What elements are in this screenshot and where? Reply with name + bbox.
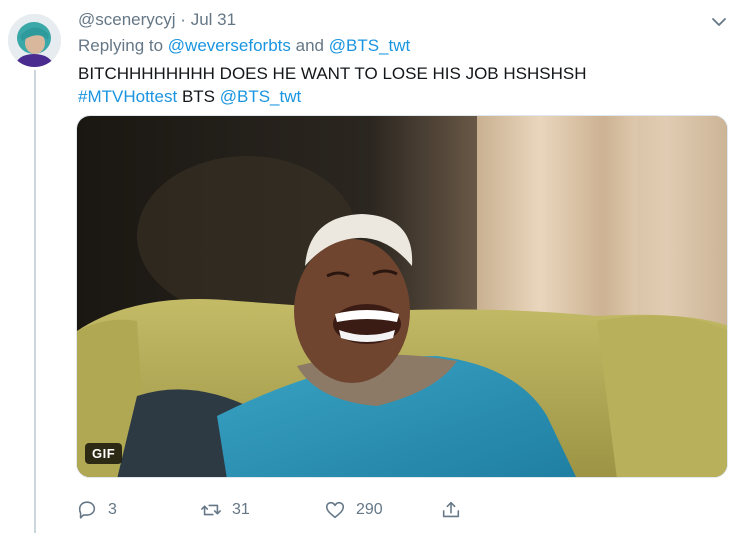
replying-and: and (295, 36, 324, 55)
tweet-date[interactable]: Jul 31 (191, 10, 236, 29)
retweet-icon (201, 504, 221, 516)
header-separator: · (180, 10, 186, 29)
gif-image (77, 116, 727, 477)
thread-line (34, 70, 36, 533)
avatar[interactable] (8, 14, 61, 67)
hashtag-link[interactable]: #MTVHottest (78, 87, 177, 106)
heart-icon (325, 501, 345, 519)
mention-link[interactable]: @BTS_twt (220, 87, 302, 106)
reply-button[interactable]: 3 (76, 499, 200, 521)
gif-badge: GIF (85, 443, 123, 464)
replying-to-prefix: Replying to (78, 36, 164, 55)
avatar-image (8, 14, 61, 67)
tweet-text-line1: BITCHHHHHHHH DOES HE WANT TO LOSE HIS JO… (78, 64, 587, 83)
reply-count: 3 (108, 501, 117, 518)
tweet-actions: 3 31 290 (76, 497, 480, 523)
tweet-text-line2: #MTVHottest BTS @BTS_twt (78, 85, 587, 108)
author-handle[interactable]: @scenerycyj (78, 10, 176, 29)
like-button[interactable]: 290 (324, 499, 440, 521)
retweet-count: 31 (232, 501, 250, 518)
retweet-button[interactable]: 31 (200, 499, 324, 521)
share-button[interactable] (440, 499, 480, 521)
reply-icon (78, 501, 96, 519)
tweet-text-word: BTS (181, 87, 215, 106)
tweet-header: @scenerycyj · Jul 31 (78, 10, 236, 30)
tweet-text: BITCHHHHHHHH DOES HE WANT TO LOSE HIS JO… (78, 62, 587, 108)
replying-to-user-weverseforbts[interactable]: @weverseforbts (168, 36, 291, 55)
share-icon (442, 501, 460, 518)
gif-media[interactable]: GIF (76, 115, 728, 478)
chevron-down-icon[interactable] (709, 12, 729, 32)
replying-to: Replying to @weverseforbts and @BTS_twt (78, 36, 410, 56)
like-count: 290 (356, 501, 383, 518)
replying-to-user-bts[interactable]: @BTS_twt (329, 36, 411, 55)
